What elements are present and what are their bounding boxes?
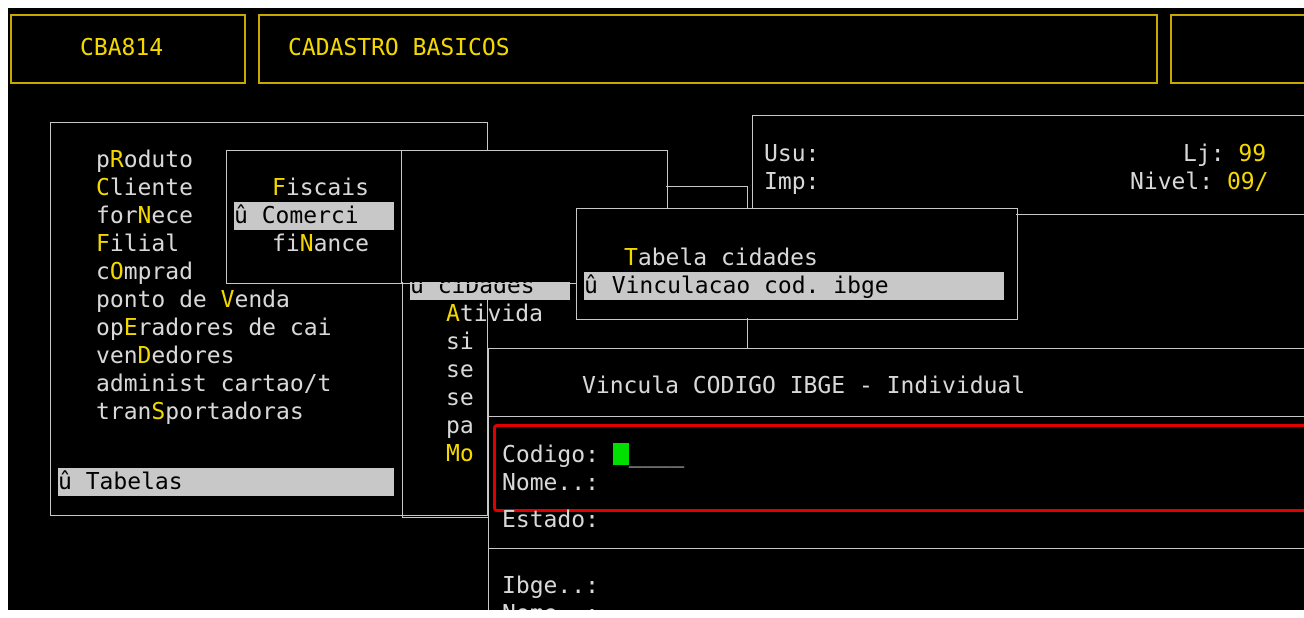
- menu-item[interactable]: ponto de Venda: [96, 286, 290, 314]
- screen-title: CADASTRO BASICOS: [288, 35, 510, 61]
- dialog-title-divider: [488, 416, 1304, 417]
- codigo-field[interactable]: Codigo: ____: [502, 441, 684, 469]
- menu-item[interactable]: tranSportadoras: [96, 398, 304, 426]
- printer-label: Imp:: [764, 169, 820, 195]
- nome-label: Nome..:: [502, 470, 599, 496]
- menu-item[interactable]: Cliente: [96, 174, 193, 202]
- menu-item-tabela-cidades[interactable]: Tabela cidades: [624, 244, 818, 272]
- menu-item[interactable]: Filial: [96, 230, 179, 258]
- menu-item[interactable]: pa: [446, 412, 474, 440]
- status-box: [1170, 14, 1304, 84]
- menu-item[interactable]: administ cartao/t: [96, 370, 331, 398]
- nome2-label: Nome..:: [502, 600, 599, 610]
- dialog-title: Vincula CODIGO IBGE - Individual: [582, 373, 1026, 399]
- text-cursor: [612, 443, 629, 465]
- menu-item[interactable]: se: [446, 384, 474, 412]
- menu-item[interactable]: opEradores de cai: [96, 314, 331, 342]
- user-label: Usu:: [764, 141, 820, 167]
- estado-label: Estado:: [502, 507, 599, 533]
- codigo-input[interactable]: ____: [629, 442, 684, 468]
- menu-item[interactable]: Mo: [446, 440, 474, 468]
- terminal-screen: CBA814 CADASTRO BASICOS Usu: Imp: Lj: 99…: [8, 8, 1304, 610]
- program-code: CBA814: [80, 35, 164, 61]
- dialog-section-divider: [488, 548, 1304, 549]
- menu-item[interactable]: se: [446, 356, 474, 384]
- menu-item[interactable]: pRoduto: [96, 146, 193, 174]
- store-info: Lj: 99: [1183, 141, 1267, 167]
- comercial-submenu-edge: [226, 150, 402, 284]
- codigo-label: Codigo:: [502, 442, 599, 468]
- menu-item[interactable]: forNece: [96, 202, 193, 230]
- ibge-label: Ibge..:: [502, 573, 599, 599]
- level-info: Nivel: 09/: [1130, 169, 1269, 195]
- menu-item-vinculacao-ibge[interactable]: û Vinculacao cod. ibge: [584, 272, 1004, 300]
- menu-item[interactable]: Ativida: [446, 300, 543, 328]
- menu-item[interactable]: venDedores: [96, 342, 235, 370]
- menu-item[interactable]: si: [446, 328, 474, 356]
- menu-item[interactable]: cOmprad: [96, 258, 193, 286]
- menu-item-tabelas[interactable]: û Tabelas: [58, 468, 394, 496]
